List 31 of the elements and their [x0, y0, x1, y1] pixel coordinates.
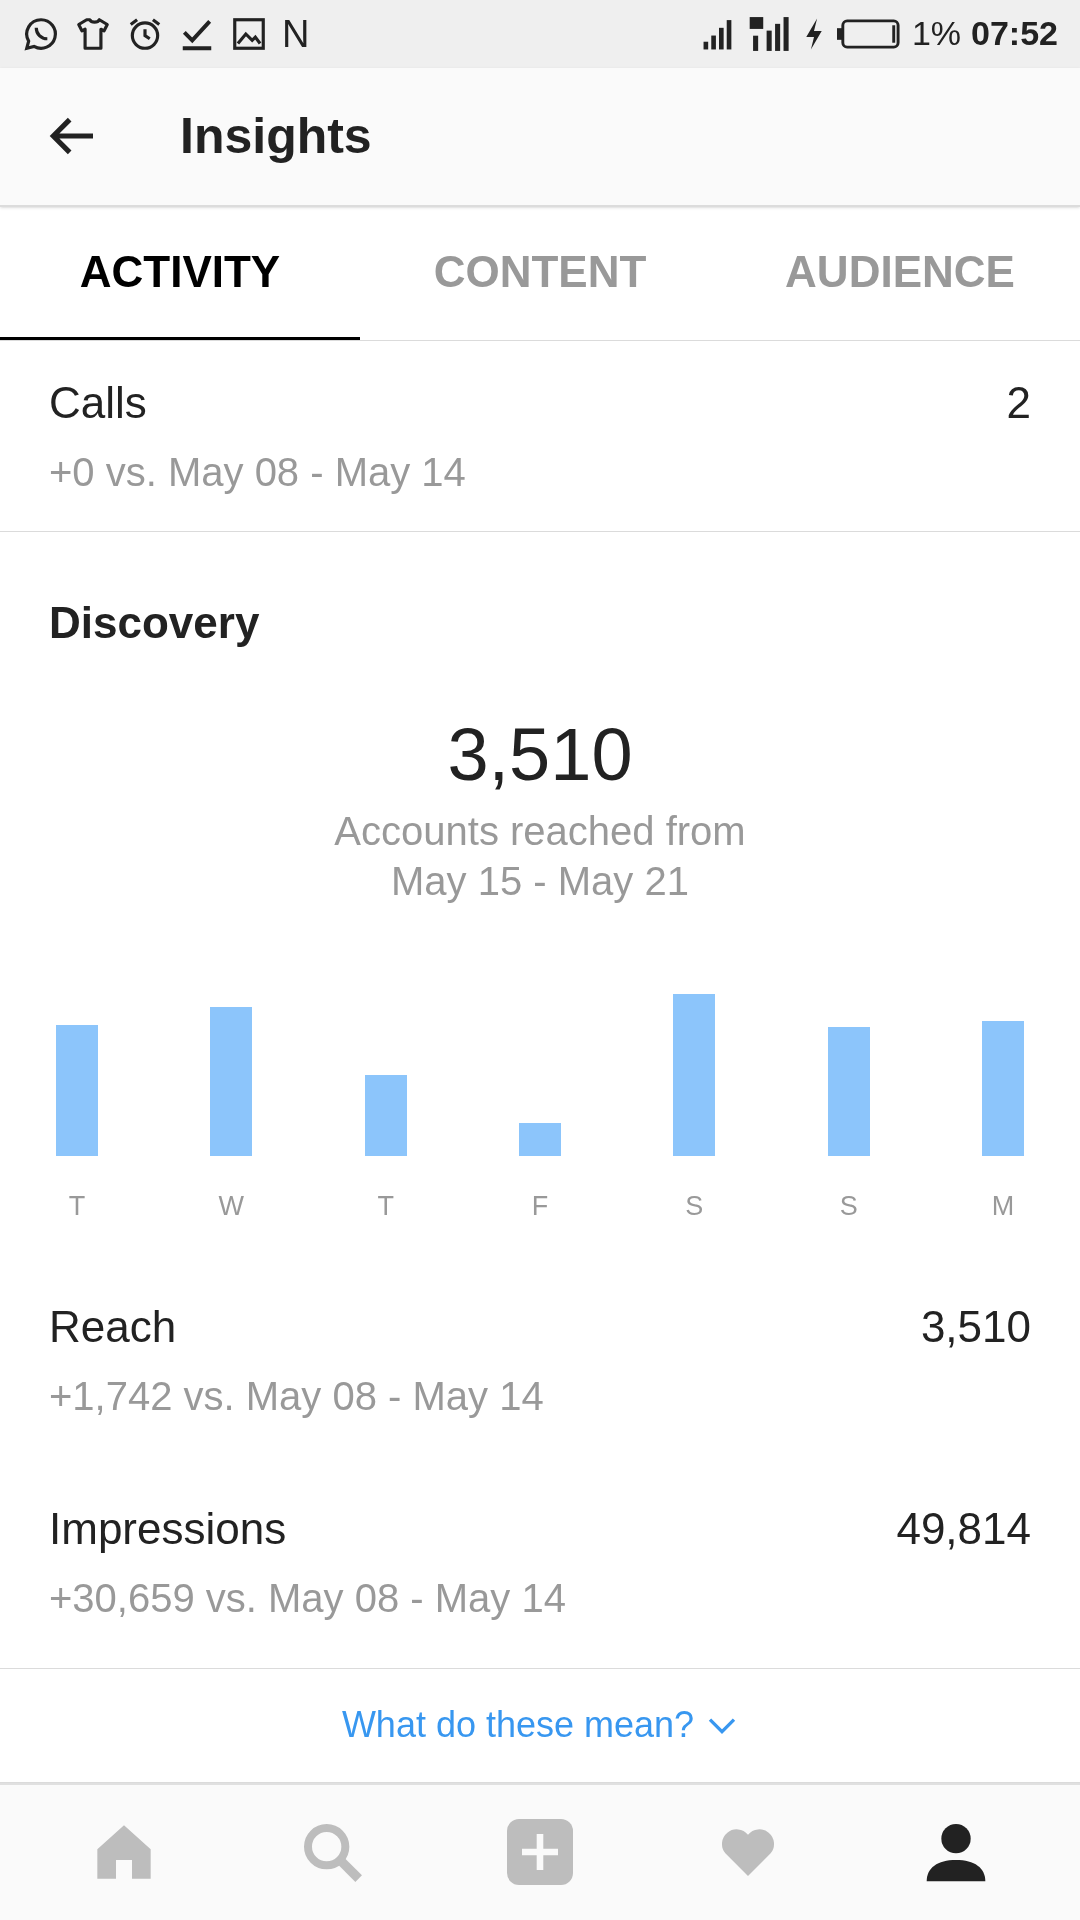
page-title: Insights	[180, 106, 372, 166]
help-link[interactable]: What do these mean?	[341, 1698, 739, 1753]
tab[interactable]: AUDIENCE	[720, 207, 1080, 340]
comparison-text: +0 vs. May 08 - May 14	[49, 448, 467, 496]
tab[interactable]: CONTENT	[360, 207, 720, 340]
total-count: 3,510	[447, 717, 633, 792]
metric-value: 3,510	[920, 1301, 1031, 1353]
day-label: S	[684, 1189, 705, 1223]
day-label: T	[67, 1189, 87, 1223]
comparison-text: +30,659 vs. May 08 - May 14	[49, 1575, 567, 1622]
bar	[519, 1122, 561, 1156]
caption-text: Accounts reached from	[334, 807, 746, 855]
metric-label: Impressions	[49, 1503, 287, 1555]
metric-value: 49,814	[896, 1503, 1031, 1555]
comparison-text: +1,742 vs. May 08 - May 14	[49, 1373, 545, 1420]
battery-icon	[835, 17, 902, 50]
day-label: T	[376, 1189, 395, 1223]
metric-label: Calls	[49, 376, 147, 429]
clock-time: 07:52	[971, 13, 1058, 55]
day-label: W	[217, 1189, 246, 1223]
section-title: Discovery	[48, 596, 261, 649]
day-label: M	[990, 1189, 1016, 1223]
day-label: S	[838, 1189, 859, 1223]
day-label: F	[530, 1189, 550, 1223]
battery-percentage: 1%	[911, 13, 962, 55]
caption-text: May 15 - May 21	[391, 857, 689, 905]
notification-letter: N	[282, 14, 310, 53]
tab[interactable]: ACTIVITY	[0, 207, 360, 340]
metric-value: 2	[1006, 376, 1031, 429]
signal-icon	[747, 14, 792, 53]
metric-label: Reach	[49, 1301, 177, 1353]
